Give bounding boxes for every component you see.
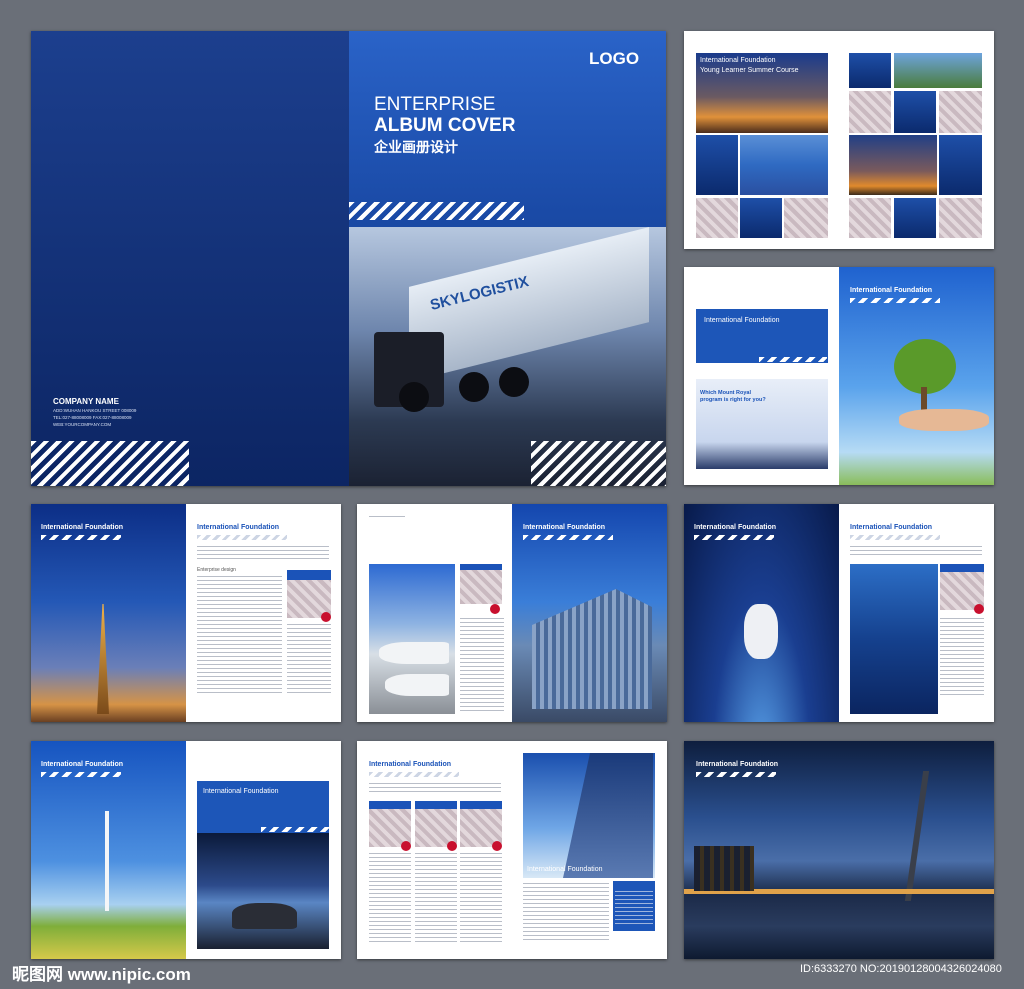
spread7-stripes-right: [261, 827, 329, 832]
spread3-stripes-right: [850, 298, 940, 303]
spread8-title-left: International Foundation: [369, 761, 452, 768]
spread4-title-left: International Foundation: [41, 524, 124, 531]
spread6-text-intro: [850, 546, 982, 556]
spread8-text-col1: [369, 853, 411, 943]
cover-title-cn: 企业画册设计: [374, 139, 458, 155]
spread-9: International Foundation: [684, 741, 994, 959]
cover-stripes-right: [531, 441, 666, 486]
spread-3: International Foundation Which Mount Roy…: [684, 267, 994, 485]
spread8-text-col4: [523, 883, 609, 943]
company-address: ADD:WUHAN HANKOU STREET 008009: [53, 408, 137, 413]
spread3-stripes: [759, 357, 827, 362]
portrait-blur-4: [939, 91, 982, 133]
spread8-stripes-left: [369, 772, 459, 777]
cover-stripe-bar: [349, 202, 524, 220]
spread4-heading: Enterprise design: [197, 567, 236, 573]
spread2-text-block-5: [939, 135, 982, 195]
spread-5: International Foundation: [357, 504, 667, 722]
portrait-blur-6: [939, 198, 982, 238]
cover-logo: LOGO: [589, 49, 640, 68]
spread6-stripes-left: [694, 535, 774, 540]
company-web: WEB:YOURCOMPANY.COM: [53, 422, 112, 427]
spread-2: International Foundation Young Learner S…: [684, 31, 994, 249]
spread6-stripes-right: [850, 535, 940, 540]
spread6-badge: [974, 604, 984, 614]
cover-title-line2: ALBUM COVER: [374, 115, 516, 136]
spread3-title: International Foundation: [704, 317, 780, 324]
skyscraper-photo: [523, 753, 655, 878]
aerial-photo: [894, 53, 982, 88]
portrait-blur-2: [784, 198, 828, 238]
spread5-stripes: [523, 535, 613, 540]
spread9-title: International Foundation: [696, 761, 779, 768]
spread-4: International Foundation International F…: [31, 504, 341, 722]
spread7-stripes-left: [41, 772, 121, 777]
spread3-title-right: International Foundation: [850, 287, 933, 294]
spread7-title-left: International Foundation: [41, 761, 124, 768]
spread8-badge-2: [447, 841, 457, 851]
night-car-photo: [197, 833, 329, 949]
portrait-blur-5: [849, 198, 891, 238]
spread4-stripes-right: [197, 535, 287, 540]
spread8-title-right: International Foundation: [527, 866, 603, 873]
sunset-train-photo: [696, 53, 828, 133]
spread-8: International Foundation International F…: [357, 741, 667, 959]
spread4-text-col1: [197, 576, 282, 696]
image-id-text: ID:6333270 NO:20190128004326024080: [800, 963, 1002, 975]
spread4-title-right: International Foundation: [197, 524, 280, 531]
spread2-subtitle: Young Learner Summer Course: [700, 67, 799, 74]
company-tel: TEL:027-88008009 FAX:027-88008009: [53, 415, 132, 420]
promo-line-1: Which Mount Royal: [700, 390, 752, 396]
cover-stripes-left: [31, 441, 189, 486]
spread5-text-col: [460, 618, 504, 713]
spread8-text-intro: [369, 783, 501, 793]
train-photo: [369, 564, 455, 714]
spread2-title: International Foundation: [700, 57, 776, 64]
spread5-badge: [490, 604, 500, 614]
spread-7: International Foundation International F…: [31, 741, 341, 959]
spread8-text-col2: [415, 853, 457, 943]
spread4-badge: [321, 612, 331, 622]
spread7-title-right: International Foundation: [203, 788, 279, 795]
spread2-text-block-2: [740, 198, 782, 238]
cover-title-line1: ENTERPRISE: [374, 94, 496, 115]
spread-6: International Foundation International F…: [684, 504, 994, 722]
watermark-text: 昵图网 www.nipic.com: [12, 965, 191, 984]
spread5-header-line: [369, 516, 405, 519]
spread8-text-col5: [615, 891, 653, 927]
spread4-text-intro: [197, 546, 329, 560]
spread8-badge-1: [401, 841, 411, 851]
spread9-stripes: [696, 772, 776, 777]
spread2-text-block-1: [696, 135, 738, 195]
whale-photo: [850, 564, 938, 714]
spread8-text-col3: [460, 853, 502, 943]
portrait-blur-1: [696, 198, 738, 238]
spread6-text-col: [940, 618, 984, 698]
spread6-title-right: International Foundation: [850, 524, 933, 531]
company-name: COMPANY NAME: [53, 397, 119, 406]
promo-line-2: program is right for you?: [700, 397, 766, 403]
spread4-stripes-left: [41, 535, 121, 540]
spread2-text-block-3: [849, 53, 891, 88]
spread6-title-left: International Foundation: [694, 524, 777, 531]
spread5-portrait: [460, 566, 502, 604]
bridge-photo: [740, 135, 828, 195]
spread8-badge-3: [492, 841, 502, 851]
power-tower-photo: [849, 135, 937, 195]
spread2-text-block-4: [894, 91, 936, 133]
cover-spread: LOGO ENTERPRISE ALBUM COVER 企业画册设计 SKYLO…: [31, 31, 666, 486]
spread5-title: International Foundation: [523, 524, 606, 531]
spread4-text-col2: [287, 624, 331, 694]
spread2-text-block-6: [894, 198, 936, 238]
portrait-blur-3: [849, 91, 891, 133]
spread4-sidebar-box: [287, 570, 331, 580]
